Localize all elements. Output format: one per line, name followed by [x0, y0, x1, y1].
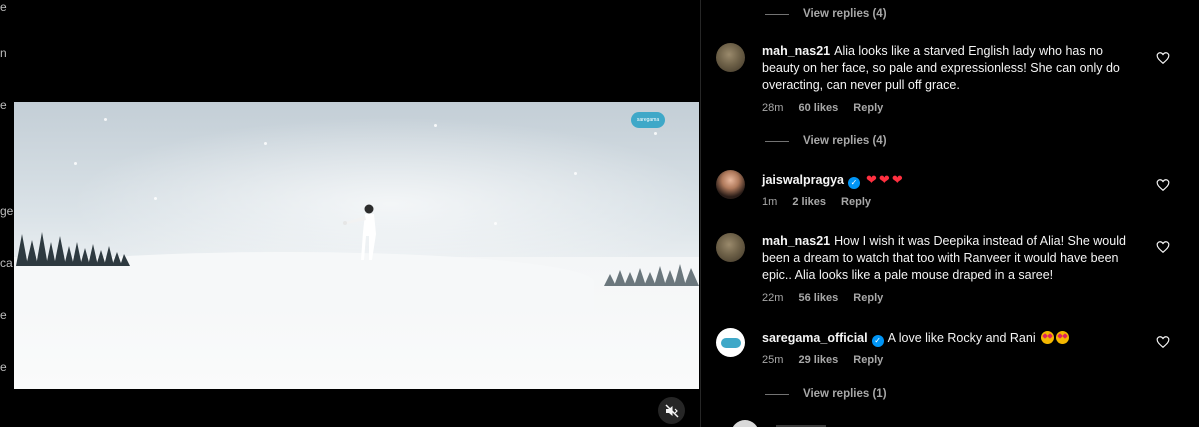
comment-text-block: mah_nas21 How I wish it was Deepika inste…	[762, 233, 1142, 284]
comment-meta: 22m 56 likes Reply	[762, 292, 895, 304]
comment-username[interactable]: mah_nas21	[762, 44, 830, 58]
like-heart-icon[interactable]	[1156, 335, 1170, 349]
replies-line	[765, 393, 789, 395]
heart-eyes-emoji	[1056, 331, 1070, 344]
comment-username[interactable]: mah_nas21	[762, 234, 830, 248]
comment-item: saregama_official ✓ A love like Rocky and …	[716, 328, 1176, 373]
comment-meta: 28m 60 likes Reply	[762, 102, 895, 114]
reply-button[interactable]: Reply	[853, 102, 883, 114]
next-comment-cut-off	[732, 420, 826, 427]
reply-button[interactable]: Reply	[853, 292, 883, 304]
video-trees-right	[604, 264, 699, 286]
comment-meta: 1m 2 likes Reply	[762, 196, 883, 208]
like-heart-icon[interactable]	[1156, 240, 1170, 254]
replies-line	[765, 13, 789, 15]
video-dancer-figure	[343, 204, 376, 260]
video-channel-logo: saregama	[631, 112, 665, 128]
verified-badge-icon: ✓	[871, 335, 884, 347]
edge-letter: e	[0, 360, 7, 374]
comment-item: mah_nas21 How I wish it was Deepika inste…	[716, 233, 1176, 308]
video-player[interactable]: saregama	[14, 102, 699, 389]
comment-username[interactable]: jaiswalpragya	[762, 173, 844, 187]
comments-panel: View replies (4) mah_nas21 Alia looks lik…	[701, 0, 1199, 427]
video-trees-left	[16, 232, 130, 266]
red-heart-emoji: ❤	[891, 172, 903, 187]
edge-letter: e	[0, 98, 7, 112]
avatar[interactable]	[716, 328, 745, 357]
reply-button[interactable]: Reply	[853, 354, 883, 366]
comment-likes[interactable]: 2 likes	[792, 196, 826, 208]
comment-likes[interactable]: 29 likes	[798, 354, 838, 366]
like-heart-icon[interactable]	[1156, 178, 1170, 192]
comment-text-block: saregama_official ✓ A love like Rocky and …	[762, 330, 1142, 347]
view-replies-label: View replies (4)	[803, 8, 887, 20]
avatar[interactable]	[716, 233, 745, 262]
comment-item: mah_nas21 Alia looks like a starved Engli…	[716, 43, 1176, 128]
speaker-muted-icon	[664, 403, 679, 418]
comment-time[interactable]: 1m	[762, 196, 777, 208]
edge-letter: e	[0, 0, 7, 14]
replies-line	[765, 140, 789, 142]
red-heart-emoji: ❤	[866, 172, 877, 187]
verified-badge-icon: ✓	[848, 177, 860, 189]
edge-letter: ca	[0, 256, 13, 270]
red-heart-emoji: ❤	[878, 172, 890, 187]
comment-time[interactable]: 25m	[762, 354, 783, 366]
like-heart-icon[interactable]	[1156, 51, 1170, 65]
avatar[interactable]	[716, 43, 745, 72]
view-replies-button[interactable]: View replies (1)	[765, 388, 887, 400]
comment-text-block: mah_nas21 Alia looks like a starved Engli…	[762, 43, 1142, 94]
comment-meta: 25m 29 likes Reply	[762, 354, 895, 366]
view-replies-label: View replies (1)	[803, 388, 887, 400]
view-replies-label: View replies (4)	[803, 135, 887, 147]
comment-text-block: jaiswalpragya ✓ ❤ ❤ ❤	[762, 171, 1142, 189]
comment-time[interactable]: 22m	[762, 292, 783, 304]
comment-text: A love like Rocky and Rani	[887, 331, 1036, 345]
comment-likes[interactable]: 60 likes	[798, 102, 838, 114]
comment-likes[interactable]: 56 likes	[798, 292, 838, 304]
mute-toggle-button[interactable]	[658, 397, 685, 424]
edge-letter: ge	[0, 204, 14, 218]
edge-letter: n	[0, 46, 7, 60]
comment-time[interactable]: 28m	[762, 102, 783, 114]
media-panel: e n e ge ca e e saregama	[0, 0, 700, 427]
comment-username[interactable]: saregama_official	[762, 331, 868, 345]
edge-letter: e	[0, 308, 7, 322]
comment-item: jaiswalpragya ✓ ❤ ❤ ❤ 1m 2 likes Reply	[716, 170, 1176, 215]
heart-eyes-emoji	[1041, 331, 1055, 344]
view-replies-button[interactable]: View replies (4)	[765, 8, 887, 20]
view-replies-button[interactable]: View replies (4)	[765, 135, 887, 147]
avatar[interactable]	[716, 170, 745, 199]
left-edge-cut-text: e n e ge ca e e	[0, 0, 14, 427]
reply-button[interactable]: Reply	[841, 196, 871, 208]
